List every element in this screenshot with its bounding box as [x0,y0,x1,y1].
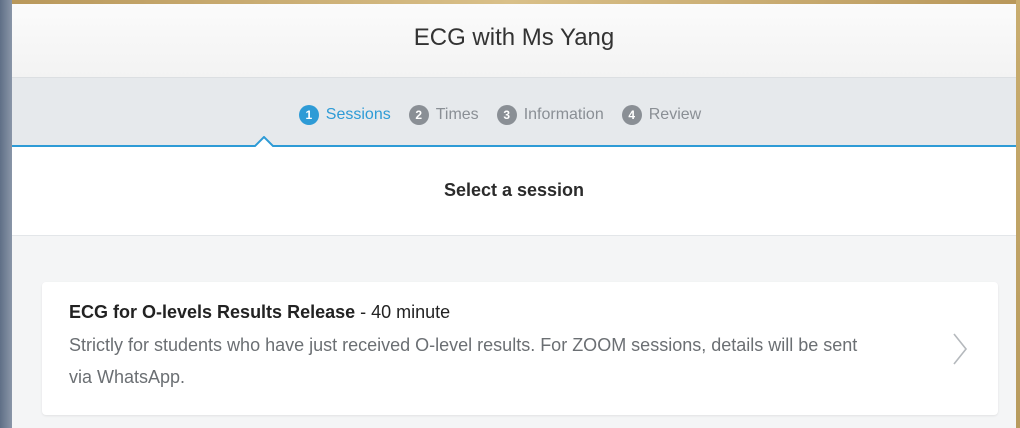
page-header: ECG with Ms Yang [12,4,1016,78]
window-frame-left [0,0,12,428]
step-label: Information [523,105,604,123]
step-list: 1 Sessions 2 Times 3 Information 4 Revie… [290,104,710,125]
section-header: Select a session [12,147,1016,236]
step-times[interactable]: 2 Times [408,104,479,125]
step-number-badge: 3 [496,104,517,125]
step-number-badge: 2 [408,104,429,125]
step-review[interactable]: 4 Review [621,104,702,125]
session-title-line: ECG for O-levels Results Release - 40 mi… [69,301,972,323]
session-name: ECG for O-levels Results Release [69,302,356,322]
step-sessions[interactable]: 1 Sessions [298,104,391,125]
session-card[interactable]: ECG for O-levels Results Release - 40 mi… [42,282,998,415]
step-information[interactable]: 3 Information [496,104,604,125]
step-number-badge: 1 [298,104,319,125]
step-number-badge: 4 [621,104,642,125]
window-frame-right [1016,0,1020,428]
step-label: Review [648,105,702,123]
session-list: ECG for O-levels Results Release - 40 mi… [12,236,1016,415]
booking-app: ECG with Ms Yang 1 Sessions 2 Times 3 In… [12,4,1016,428]
section-title: Select a session [443,179,585,200]
chevron-right-icon [953,333,968,365]
step-label: Times [435,105,479,123]
session-duration: - 40 minute [355,302,451,322]
step-navigation: 1 Sessions 2 Times 3 Information 4 Revie… [12,78,1016,147]
session-description: Strictly for students who have just rece… [69,335,858,387]
step-label: Sessions [325,105,391,123]
active-step-caret-icon [254,136,274,147]
page-title: ECG with Ms Yang [413,23,615,51]
